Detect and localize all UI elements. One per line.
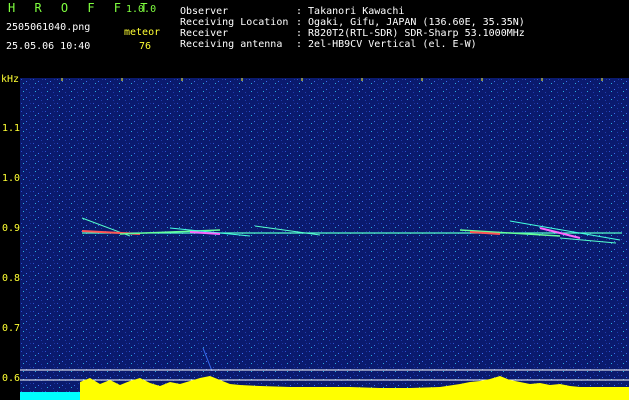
- y-tick-label: 0.6: [2, 373, 21, 384]
- noise-background: [20, 78, 629, 400]
- timestamp: 25.05.06 10:40: [6, 41, 91, 52]
- file-name: 2505061040.png: [6, 22, 91, 33]
- info-value-antenna: : 2el-HB9CV Vertical (el. E-W): [296, 39, 477, 50]
- header-panel: H R O F F T 1.0.0 2505061040.png 25.05.0…: [0, 0, 629, 75]
- waterfall-spectrogram: [20, 78, 629, 400]
- y-axis-unit: kHz: [1, 74, 20, 85]
- y-tick-label: 1.0: [2, 173, 21, 184]
- meteor-count: 76: [139, 41, 152, 52]
- y-tick-label: 0.8: [2, 273, 21, 284]
- app-version: 1.0.0: [126, 4, 157, 15]
- meteor-label: meteor: [124, 27, 161, 38]
- y-tick-label: 0.7: [2, 323, 21, 334]
- y-tick-label: 1.1: [2, 123, 21, 134]
- y-tick-label: 0.9: [2, 223, 21, 234]
- info-label-antenna: Receiving antenna: [180, 39, 283, 50]
